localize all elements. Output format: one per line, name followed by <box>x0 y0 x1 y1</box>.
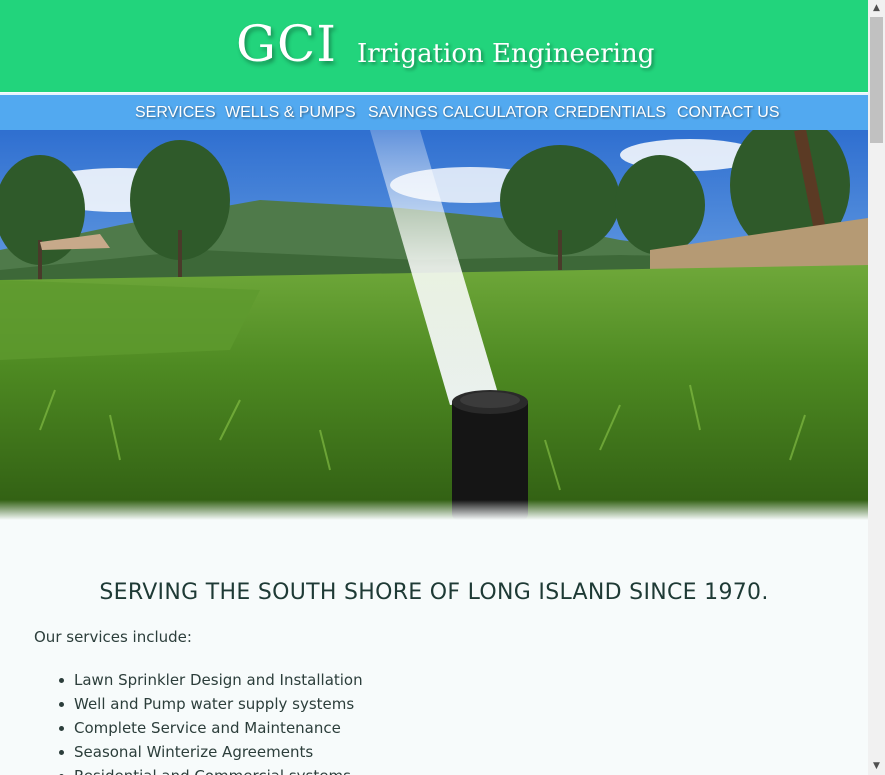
nav-item-wells-pumps[interactable]: WELLS & PUMPS <box>225 104 356 122</box>
nav-item-savings-calculator[interactable]: SAVINGS CALCULATOR <box>368 104 549 122</box>
service-item: Well and Pump water supply systems <box>59 692 363 716</box>
nav-list: SERVICES WELLS & PUMPS SAVINGS CALCULATO… <box>0 95 868 130</box>
page: GCI Irrigation Engineering SERVICES WELL… <box>0 0 868 775</box>
main-content: SERVING THE SOUTH SHORE OF LONG ISLAND S… <box>0 520 868 775</box>
sprinkler-lawn-illustration <box>0 130 868 520</box>
services-list: Lawn Sprinkler Design and Installation W… <box>59 668 363 775</box>
service-item: Lawn Sprinkler Design and Installation <box>59 668 363 692</box>
services-intro: Our services include: <box>34 628 192 646</box>
main-nav: SERVICES WELLS & PUMPS SAVINGS CALCULATO… <box>0 93 868 130</box>
hero-image <box>0 130 868 520</box>
service-item: Residential and Commercial systems <box>59 764 363 775</box>
site-logo[interactable]: GCI <box>236 14 337 74</box>
page-scrollbar[interactable]: ▲ ▼ <box>868 0 885 775</box>
service-item: Seasonal Winterize Agreements <box>59 740 363 764</box>
nav-item-services[interactable]: SERVICES <box>135 104 216 122</box>
service-item: Complete Service and Maintenance <box>59 716 363 740</box>
scrollbar-thumb[interactable] <box>870 17 883 143</box>
scroll-up-arrow-icon[interactable]: ▲ <box>868 0 885 17</box>
scroll-down-arrow-icon[interactable]: ▼ <box>868 758 885 775</box>
brand-bar: GCI Irrigation Engineering <box>0 0 868 92</box>
nav-item-credentials[interactable]: CREDENTIALS <box>554 104 666 122</box>
nav-item-contact-us[interactable]: CONTACT US <box>677 104 780 122</box>
site-tagline: Irrigation Engineering <box>357 39 655 69</box>
page-headline: SERVING THE SOUTH SHORE OF LONG ISLAND S… <box>99 580 769 605</box>
